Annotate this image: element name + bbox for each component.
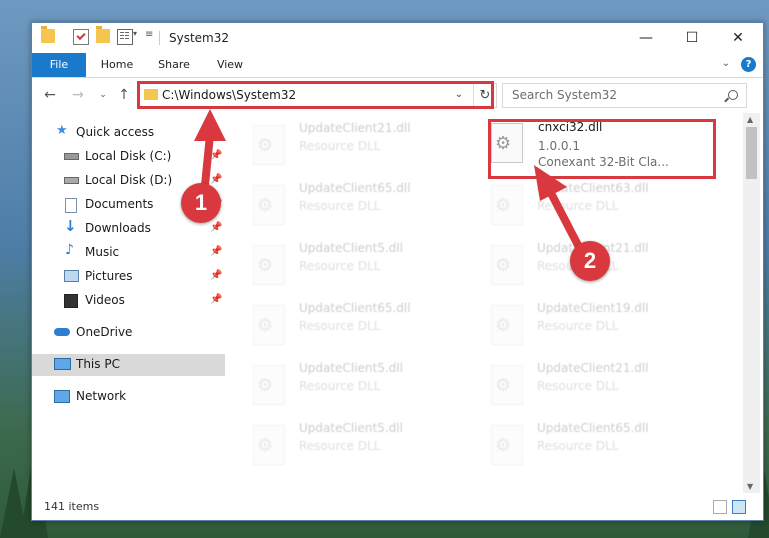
file-explorer-window: ▾ ≡ System32 — ☐ ✕ File Home Share View … [31, 22, 764, 521]
callout-arrow-2 [548, 191, 584, 253]
callout-marker-1: 1 [181, 183, 221, 223]
callout-marker-2: 2 [570, 241, 610, 281]
callout-arrows [194, 109, 584, 253]
arrow-head-1 [194, 109, 226, 141]
